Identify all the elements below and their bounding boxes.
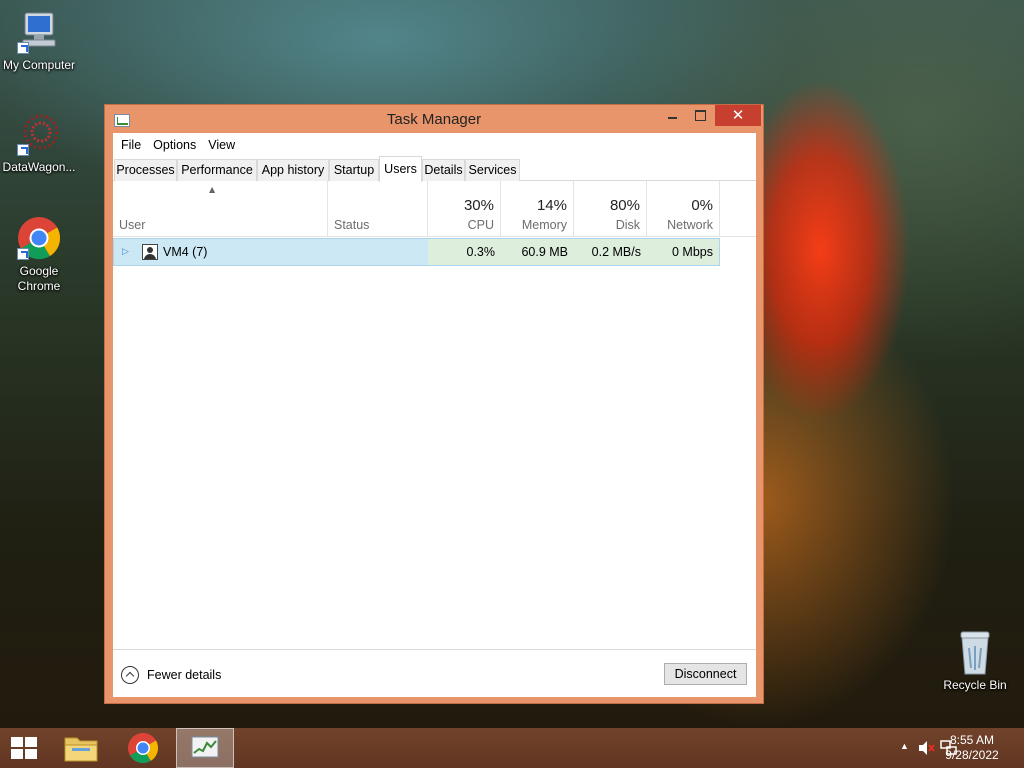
user-icon — [142, 244, 158, 260]
desktop-icon-label: Recycle Bin — [943, 678, 1007, 692]
datawagon-icon — [17, 112, 61, 156]
row-status — [328, 239, 428, 265]
table-row[interactable]: ▷ VM4 (7) 0.3% 60.9 MB 0.2 MB/s 0 Mbps — [113, 238, 720, 266]
tab-processes[interactable]: Processes — [114, 159, 177, 181]
title-bar[interactable]: Task Manager ✕ — [105, 105, 763, 133]
column-header-status[interactable]: Status — [327, 181, 427, 237]
folder-icon — [64, 737, 98, 762]
taskbar-google-chrome[interactable] — [114, 728, 172, 768]
computer-icon — [17, 10, 61, 54]
tab-details[interactable]: Details — [422, 159, 465, 181]
tab-strip: Processes Performance App history Startu… — [113, 156, 756, 182]
clock-date: 9/28/2022 — [945, 748, 999, 762]
row-memory: 60.9 MB — [501, 239, 574, 265]
shortcut-arrow-icon — [17, 144, 29, 156]
row-user: VM4 (7) — [163, 245, 208, 259]
desktop-icon-label: My Computer — [2, 58, 76, 72]
menu-bar: File Options View — [113, 133, 756, 156]
desktop-icon-datawagon[interactable]: DataWagon... — [0, 112, 79, 174]
tab-app-history[interactable]: App history — [257, 159, 329, 181]
users-table: ▲ User Status 30% CPU 14% Memory 80% Dis… — [113, 181, 756, 581]
column-header-memory[interactable]: 14% Memory — [500, 181, 573, 237]
tab-services[interactable]: Services — [465, 159, 520, 181]
window-footer: Fewer details Disconnect — [113, 649, 756, 697]
row-network: 0 Mbps — [647, 239, 719, 265]
shortcut-arrow-icon — [17, 248, 29, 260]
tab-startup[interactable]: Startup — [329, 159, 379, 181]
menu-file[interactable]: File — [115, 138, 147, 152]
taskbar-task-manager[interactable] — [176, 728, 234, 768]
row-disk: 0.2 MB/s — [574, 239, 647, 265]
chrome-icon — [128, 733, 158, 763]
column-header-cpu[interactable]: 30% CPU — [427, 181, 500, 237]
tab-performance[interactable]: Performance — [177, 159, 257, 181]
close-button[interactable]: ✕ — [715, 105, 761, 126]
table-header: ▲ User Status 30% CPU 14% Memory 80% Dis… — [113, 181, 756, 237]
tab-users[interactable]: Users — [379, 156, 422, 182]
column-header-disk[interactable]: 80% Disk — [573, 181, 646, 237]
shortcut-arrow-icon — [17, 42, 29, 54]
chevron-up-icon — [121, 666, 139, 684]
column-header-network[interactable]: 0% Network — [646, 181, 720, 237]
desktop-icon-label: DataWagon... — [2, 160, 76, 174]
start-button[interactable] — [11, 737, 38, 759]
column-header-user[interactable]: ▲ User — [113, 181, 327, 237]
show-hidden-icons-icon[interactable]: ▲ — [900, 741, 909, 751]
chrome-icon — [17, 216, 61, 260]
system-tray: ▲ 8:55 AM 9/28/2022 — [844, 728, 1024, 768]
recycle-bin-icon — [953, 630, 997, 675]
task-manager-icon — [191, 736, 219, 758]
taskbar: ▲ 8:55 AM 9/28/2022 — [0, 728, 1024, 768]
window-client-area: File Options View Processes Performance … — [113, 133, 756, 697]
clock[interactable]: 8:55 AM 9/28/2022 — [942, 733, 1002, 763]
desktop-icon-google-chrome[interactable]: Google Chrome — [0, 216, 79, 294]
sort-ascending-icon: ▲ — [209, 185, 216, 194]
taskbar-file-explorer[interactable] — [52, 728, 110, 768]
row-cpu: 0.3% — [428, 239, 501, 265]
volume-muted-icon[interactable] — [918, 740, 936, 756]
fewer-details-toggle[interactable]: Fewer details — [121, 666, 221, 684]
desktop-icon-recycle-bin[interactable]: Recycle Bin — [935, 630, 1015, 692]
clock-time: 8:55 AM — [949, 733, 995, 747]
expand-arrow-icon[interactable]: ▷ — [122, 239, 129, 265]
minimize-button[interactable] — [659, 105, 686, 126]
menu-view[interactable]: View — [202, 138, 241, 152]
desktop-icon-my-computer[interactable]: My Computer — [0, 10, 79, 72]
close-icon: ✕ — [731, 106, 745, 124]
menu-options[interactable]: Options — [147, 138, 202, 152]
maximize-button[interactable] — [686, 105, 713, 126]
disconnect-button[interactable]: Disconnect — [664, 663, 747, 685]
task-manager-window[interactable]: Task Manager ✕ File Options View Process… — [104, 104, 764, 704]
desktop-icon-label: Google Chrome — [17, 264, 61, 293]
